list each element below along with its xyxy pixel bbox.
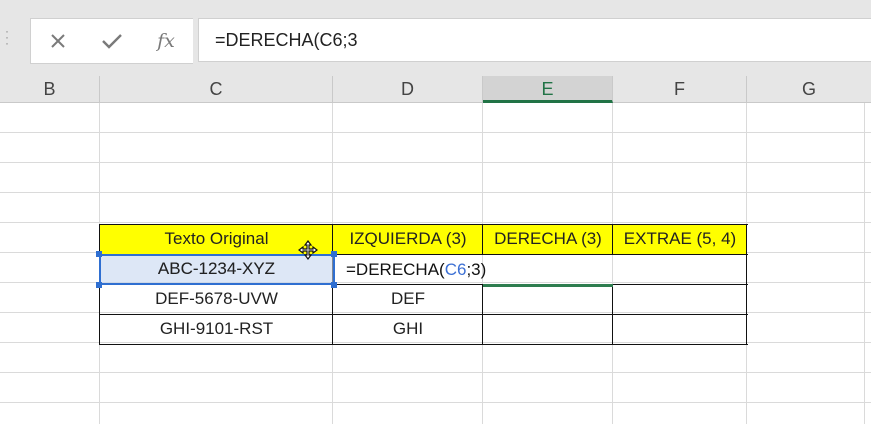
insert-function-button[interactable]: fx <box>139 19 193 63</box>
cell-c8[interactable]: GHI-9101-RST <box>100 315 333 344</box>
cell-f7[interactable] <box>613 285 747 314</box>
table-border <box>99 314 748 315</box>
cell-f8[interactable] <box>613 315 747 344</box>
table-border <box>612 284 613 345</box>
table-border <box>99 224 748 225</box>
editing-ref: C6 <box>444 260 467 279</box>
insert-function-label: fx <box>157 30 175 52</box>
checkmark-icon <box>102 34 122 49</box>
table-border <box>482 224 483 255</box>
cell-e7[interactable] <box>483 285 613 314</box>
move-cursor-icon <box>298 240 318 260</box>
column-header-b[interactable]: B <box>0 76 100 103</box>
formula-buttons: fx <box>30 18 193 64</box>
drag-grip-icon[interactable]: · · · <box>0 25 14 52</box>
header-cell-extrae[interactable]: EXTRAE (5, 4) <box>613 225 747 254</box>
column-header-f[interactable]: F <box>613 76 747 103</box>
cell-e8[interactable] <box>483 315 613 344</box>
column-header-e[interactable]: E <box>483 76 613 103</box>
header-cell-izquierda[interactable]: IZQUIERDA (3) <box>333 225 483 254</box>
table-border <box>746 224 747 345</box>
formula-input[interactable]: =DERECHA(C6;3 <box>198 18 871 62</box>
editing-suffix: ;3) <box>466 260 487 279</box>
cell-d7[interactable]: DEF <box>333 285 483 314</box>
enter-button[interactable] <box>85 19 139 63</box>
table-border <box>612 224 613 255</box>
table-border <box>99 344 748 345</box>
formula-bar-area: · · · fx =DERECHA(C6;3 <box>0 0 871 76</box>
gridline <box>612 103 613 424</box>
header-cell-derecha[interactable]: DERECHA (3) <box>483 225 613 254</box>
column-header-g[interactable]: G <box>747 76 871 103</box>
column-header-c[interactable]: C <box>100 76 333 103</box>
cancel-button[interactable] <box>31 19 85 63</box>
cell-d8[interactable]: GHI <box>333 315 483 344</box>
cell-d6-editor[interactable]: =DERECHA(C6;3) <box>346 259 486 281</box>
cell-c7[interactable]: DEF-5678-UVW <box>100 285 333 314</box>
active-cell-indicator <box>483 284 613 287</box>
column-header-d[interactable]: D <box>333 76 483 103</box>
table-border <box>482 284 483 345</box>
editing-prefix: =DERECHA( <box>346 260 445 279</box>
gridline <box>864 103 865 424</box>
close-icon <box>51 34 65 48</box>
